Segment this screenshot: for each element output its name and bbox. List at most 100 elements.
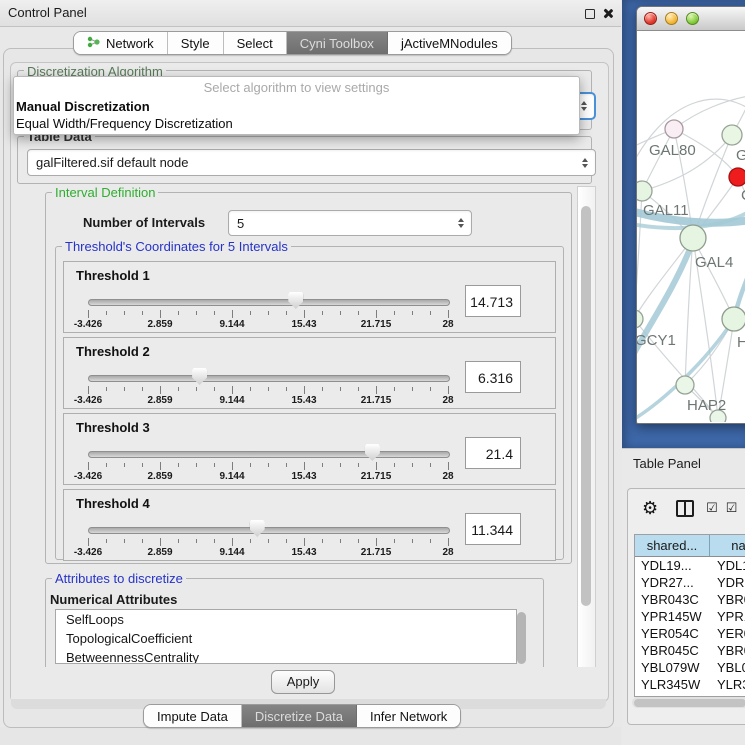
tab-label: Cyni Toolbox [300, 36, 374, 51]
scale-label: 2.859 [147, 319, 172, 330]
main-scrollbar-thumb[interactable] [581, 206, 591, 606]
tick-mark [250, 311, 251, 315]
tab-discretize-data[interactable]: Discretize Data [242, 705, 357, 727]
tick-mark [178, 539, 179, 543]
table-row[interactable]: YBL079WYBL0 [635, 659, 745, 676]
network-node[interactable] [637, 181, 652, 201]
slider-ticks [88, 386, 449, 395]
node-label: HAP2 [687, 397, 726, 414]
threshold-label: Threshold 4 [76, 496, 150, 511]
attribute-list-item[interactable]: BetweennessCentrality [56, 648, 516, 664]
slider-ticks [88, 538, 449, 547]
tab-jactivemnodules[interactable]: jActiveMNodules [388, 32, 511, 54]
settings-gear-icon[interactable] [642, 498, 658, 519]
attribute-list-item[interactable]: SelfLoops [56, 610, 516, 629]
tick-mark [412, 539, 413, 543]
select-all-checkbox-icon[interactable] [706, 499, 718, 517]
close-traffic-light-icon[interactable] [644, 12, 657, 25]
scale-label: 2.859 [147, 471, 172, 482]
tick-mark [124, 387, 125, 391]
number-of-intervals-combo[interactable]: 5 [228, 210, 472, 236]
numerical-attributes-list[interactable]: SelfLoopsTopologicalCoefficientBetweenne… [55, 609, 517, 664]
network-node[interactable] [680, 225, 706, 251]
network-node[interactable] [729, 168, 745, 186]
threshold-value-field[interactable]: 11.344 [465, 513, 521, 545]
network-node[interactable] [722, 307, 745, 331]
zoom-traffic-light-icon[interactable] [686, 12, 699, 25]
node-table[interactable]: shared... na YDL19...YDL1YDR27...YDR2YBR… [634, 534, 745, 697]
tab-impute-data[interactable]: Impute Data [144, 705, 242, 727]
select-column-checkbox-icon[interactable] [726, 499, 738, 517]
scale-label: -3.426 [74, 547, 102, 558]
combo-stepper-icon[interactable] [458, 218, 464, 228]
threshold-panels: Threshold 1 -3.4262.8599.14415.4321.7152… [63, 261, 556, 565]
tick-mark [430, 463, 431, 467]
table-row[interactable]: YLR345WYLR3 [635, 676, 745, 693]
slider-handle[interactable] [192, 368, 207, 385]
algorithm-option[interactable]: Equal Width/Frequency Discretization [14, 115, 579, 132]
tab-infer-network[interactable]: Infer Network [357, 705, 460, 727]
tick-mark [88, 310, 89, 318]
table-row[interactable]: YPR145WYPR1 [635, 608, 745, 625]
slider-track[interactable] [88, 299, 450, 306]
table-row[interactable]: YDR27...YDR2 [635, 574, 745, 591]
table-row[interactable]: YDL19...YDL1 [635, 557, 745, 574]
table-row[interactable]: YBR045CYBR0 [635, 642, 745, 659]
attribute-list-item[interactable]: TopologicalCoefficient [56, 629, 516, 648]
minimize-traffic-light-icon[interactable] [665, 12, 678, 25]
network-node[interactable] [676, 376, 694, 394]
tick-mark [88, 462, 89, 470]
table-data-combo[interactable]: galFiltered.sif default node [27, 149, 596, 176]
slider-track[interactable] [88, 527, 450, 534]
network-canvas[interactable]: GAL80GAGAL11CGAL4GCY1HHAP2 [637, 31, 745, 422]
tab-network[interactable]: Network [74, 32, 168, 54]
combo-stepper-icon[interactable] [582, 158, 588, 168]
threshold-value-field[interactable]: 14.713 [465, 285, 521, 317]
node-label: GAL4 [695, 254, 733, 271]
table-panel: Table Panel shared... na YDL19...YDL1YDR… [622, 448, 745, 745]
list-scrollbar-thumb[interactable] [517, 612, 526, 664]
tick-mark [124, 539, 125, 543]
threshold-value-field[interactable]: 21.4 [465, 437, 521, 469]
main-scrollbar-track[interactable] [577, 186, 596, 699]
scale-label: 9.144 [219, 395, 244, 406]
network-node[interactable] [665, 120, 683, 138]
table-hscrollbar-thumb[interactable] [634, 699, 745, 707]
tab-select[interactable]: Select [224, 32, 287, 54]
tab-label: Network [106, 36, 154, 51]
scale-label: -3.426 [74, 471, 102, 482]
tab-style[interactable]: Style [168, 32, 224, 54]
threshold-value-field[interactable]: 6.316 [465, 361, 521, 393]
algorithm-dropdown-popup: Select algorithm to view settings Manual… [13, 76, 580, 135]
network-window-titlebar[interactable] [637, 7, 745, 31]
slider-handle[interactable] [365, 444, 380, 461]
tick-mark [322, 311, 323, 315]
popup-options: Manual DiscretizationEqual Width/Frequen… [14, 98, 579, 132]
tick-mark [214, 539, 215, 543]
slider-track[interactable] [88, 375, 450, 382]
apply-button[interactable]: Apply [271, 670, 335, 694]
tick-mark [430, 311, 431, 315]
column-header-name[interactable]: na [710, 535, 745, 556]
column-header-shared-name[interactable]: shared... [635, 535, 710, 556]
slider-handle[interactable] [288, 292, 303, 309]
algorithm-option[interactable]: Manual Discretization [14, 98, 579, 115]
tab-cyni-toolbox[interactable]: Cyni Toolbox [287, 32, 388, 54]
network-node[interactable] [722, 125, 742, 145]
slider-track[interactable] [88, 451, 450, 458]
split-column-icon[interactable] [676, 500, 694, 517]
table-row[interactable]: YER054CYER0 [635, 625, 745, 642]
tick-mark [250, 463, 251, 467]
tick-mark [160, 538, 161, 546]
cell-shared-name: YLR345W [635, 676, 710, 693]
slider-scale: -3.4262.8599.14415.4321.71528 [88, 547, 449, 559]
close-icon[interactable] [602, 8, 613, 19]
network-node[interactable] [637, 310, 643, 328]
tick-mark [304, 386, 305, 394]
table-hscrollbar-track[interactable] [632, 697, 745, 708]
combo-stepper-icon[interactable] [581, 101, 587, 111]
float-window-icon[interactable] [585, 9, 595, 19]
tick-mark [142, 387, 143, 391]
table-row[interactable]: YBR043CYBR0 [635, 591, 745, 608]
slider-handle[interactable] [250, 520, 265, 537]
